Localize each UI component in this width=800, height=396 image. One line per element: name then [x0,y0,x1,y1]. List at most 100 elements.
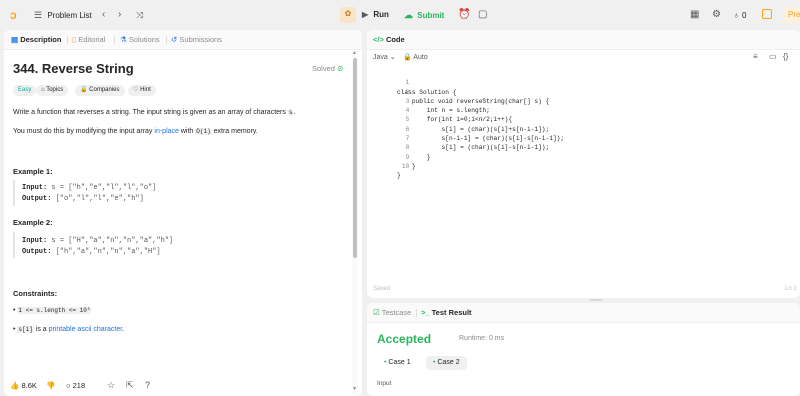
constraints-heading: Constraints: [13,289,58,298]
code-panel: </> Code Java ⌄ 🔒 Auto ≡ ▭ {} 1 class So… [367,30,800,298]
bookmark-icon[interactable]: ▭ [769,52,777,61]
submit-button[interactable]: ☁ Submit [404,8,444,23]
line-number: 3 [405,97,410,105]
topics-label: Topics [46,87,64,93]
line-number: 5 [405,116,410,124]
auto-label: Auto [413,54,428,61]
para2-text: You must do this by modifying the input … [13,128,153,135]
braces-icon[interactable]: {} [783,52,788,61]
example-2-input: Input: s = ["H","a","n","n","a","h"] [22,236,173,246]
scroll-up-icon[interactable]: ▲ [352,50,357,56]
alarm-clock-icon[interactable]: ⏰ [458,8,470,22]
difficulty-badge[interactable]: Easy [13,85,37,96]
tab-test-result-label: Test Result [431,308,472,317]
hint-label: Hint [140,87,151,93]
description-scrollbar[interactable]: ▲ ▼ [352,50,358,396]
scrollbar-thumb[interactable] [353,58,357,258]
share-icon[interactable]: ⇱ [126,380,134,391]
tab-solutions[interactable]: ⚗ Solutions [120,34,160,46]
scroll-down-icon[interactable]: ▼ [352,386,357,392]
input-label: Input: [22,237,48,245]
printable-ascii-link[interactable]: printable ascii character [49,326,123,333]
example-2-output: Output: ["h","a","n","n","a","H"] [22,247,161,257]
input-label: Input [377,380,392,387]
example-2-bar [13,232,15,258]
description-paragraph-1: Write a function that reverses a string.… [13,108,295,118]
upload-cloud-icon: ☁ [404,10,413,20]
case-2-label: Case 2 [437,359,460,366]
format-icon[interactable]: ≡ [753,52,758,61]
result-panel: ☑ Testcase >_ Test Result Accepted Runti… [367,303,800,396]
para2-suffix: extra memory. [213,128,258,135]
case-2-button[interactable]: • Case 2 [426,356,467,370]
debug-icon[interactable]: ✿ [340,7,356,23]
next-problem-icon[interactable]: › [118,8,121,22]
logo-icon[interactable]: ↄ [10,8,17,22]
constraint-1: • 1 <= s.length <= 10⁵ [13,307,92,314]
like-count: 8.6K [21,381,37,390]
tab-submissions-label: Submissions [179,35,222,44]
settings-gear-icon[interactable]: ⚙ [712,8,721,22]
notes-icon[interactable]: ▢ [478,8,487,22]
run-button[interactable]: ▶ Run [362,8,389,22]
code-text: int n = s.length; [397,107,490,115]
panel-resize-handle[interactable] [590,299,602,301]
result-tabs: ☑ Testcase >_ Test Result [367,303,800,323]
premium-button[interactable]: Pre [784,7,800,23]
constraint-2-text: is a [35,326,47,333]
auto-mode[interactable]: 🔒 Auto [403,53,428,61]
tab-editorial[interactable]: ▯ Editorial [72,34,105,46]
input-label: Input: [22,184,48,192]
line-number: 1 [405,79,410,87]
in-place-link[interactable]: in-place [154,128,179,135]
tab-testcase-label: Testcase [381,308,412,317]
code-editor[interactable]: 1 class Solution { 2 public void reverse… [367,69,800,179]
cursor-position: Ln 1 [785,286,797,292]
code-line: 6 s[n-i-1] = (char)(s[i]-s[n-i-1]); [367,116,565,142]
output-label: Output: [22,195,52,203]
thumbs-down-icon[interactable]: 👎 [46,381,55,390]
topics-chip[interactable]: ⌂ Topics [36,85,69,96]
like-button[interactable]: 👍 8.6K [10,381,37,390]
output-value: ["o","l","l","e","h"] [55,195,144,203]
problem-list-button[interactable]: ☰ Problem List [34,8,92,23]
code-text: s[n-i-1] = (char)(s[i]-s[n-i-1]); [397,135,565,143]
language-label: Java [373,54,388,61]
star-icon[interactable]: ☆ [107,380,115,391]
prev-problem-icon[interactable]: ‹ [102,8,105,22]
streak-counter[interactable]: ♁ 0 [733,8,746,23]
comments-button[interactable]: ○ 218 [66,381,85,390]
tab-test-result[interactable]: >_ Test Result [421,307,472,319]
example-1-heading: Example 1: [13,167,53,176]
companies-chip[interactable]: 🔒 Companies [75,85,125,96]
language-select[interactable]: Java ⌄ [373,53,396,61]
tab-code[interactable]: </> Code [373,34,405,46]
case-1-button[interactable]: • Case 1 [377,356,418,370]
streak-count: 0 [741,11,747,20]
description-tabs: ▤ Description ▯ Editorial ⚗ Solutions ↺ … [4,30,362,50]
layout-icon[interactable]: ▦ [690,8,699,22]
store-icon[interactable] [762,9,772,19]
input-value: s = ["H","a","n","n","a","h"] [51,237,174,245]
output-label: Output: [22,248,52,256]
constraint-2-code: s[i] [17,326,34,333]
problem-title: 344. Reverse String [13,61,134,76]
list-icon: ☰ [34,10,43,20]
constraint-1-code: 1 <= s.length <= 10⁵ [17,307,92,314]
line-number: 4 [405,107,410,115]
lock-icon: 🔒 [80,87,88,93]
tab-description[interactable]: ▤ Description [11,34,61,46]
code-line: 9 } [367,143,416,170]
dot-icon: • [384,359,387,366]
shuffle-icon[interactable]: ⤨ [136,8,143,22]
tab-testcase[interactable]: ☑ Testcase [373,307,411,319]
thumbs-up-icon: 👍 [10,381,20,390]
tab-submissions[interactable]: ↺ Submissions [171,34,222,46]
comment-icon: ○ [66,381,71,390]
para2-mid: with [180,128,194,135]
code-text: public void reverseString(char[] s) { [397,97,550,105]
hint-chip[interactable]: ♡ Hint [128,85,156,96]
description-icon: ▤ [11,35,19,44]
help-icon[interactable]: ? [145,380,150,390]
line-number: 6 [405,125,410,133]
